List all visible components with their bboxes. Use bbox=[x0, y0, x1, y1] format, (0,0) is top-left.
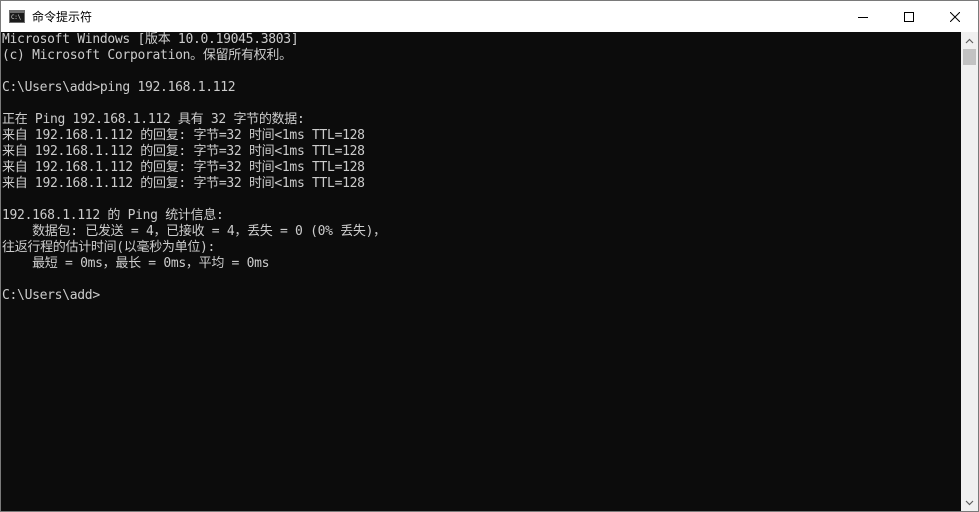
minimize-button[interactable] bbox=[840, 1, 886, 32]
console-line: C:\Users\add> bbox=[2, 288, 100, 303]
console-line: 正在 Ping 192.168.1.112 具有 32 字节的数据: bbox=[2, 112, 305, 127]
scroll-up-button[interactable] bbox=[961, 32, 978, 49]
console-line: C:\Users\add>ping 192.168.1.112 bbox=[2, 80, 236, 95]
scroll-down-button[interactable] bbox=[961, 494, 978, 511]
app-icon-label: C:\ bbox=[11, 13, 21, 21]
caption-buttons bbox=[840, 1, 978, 32]
console-line: 来自 192.168.1.112 的回复: 字节=32 时间<1ms TTL=1… bbox=[2, 128, 365, 143]
vertical-scrollbar[interactable] bbox=[961, 32, 978, 511]
minimize-icon bbox=[858, 16, 868, 18]
maximize-icon bbox=[904, 11, 914, 22]
chevron-up-icon bbox=[965, 38, 974, 43]
cmd-window: C:\ 命令提示符 Microsoft Windows [版本 10.0.190… bbox=[0, 0, 979, 512]
console-line: 往返行程的估计时间(以毫秒为单位): bbox=[2, 240, 216, 255]
console-line: 数据包: 已发送 = 4，已接收 = 4，丢失 = 0 (0% 丢失)， bbox=[2, 224, 386, 239]
close-button[interactable] bbox=[932, 1, 978, 32]
close-icon bbox=[950, 11, 960, 22]
console-text[interactable]: Microsoft Windows [版本 10.0.19045.3803] (… bbox=[1, 32, 962, 304]
cmd-app-icon[interactable]: C:\ bbox=[9, 10, 25, 23]
console-line: Microsoft Windows [版本 10.0.19045.3803] bbox=[2, 32, 299, 47]
console-line: (c) Microsoft Corporation。保留所有权利。 bbox=[2, 48, 292, 63]
chevron-down-icon bbox=[965, 500, 974, 505]
console-line: 来自 192.168.1.112 的回复: 字节=32 时间<1ms TTL=1… bbox=[2, 160, 365, 175]
console-line: 192.168.1.112 的 Ping 统计信息: bbox=[2, 208, 224, 223]
console-output-area[interactable]: Microsoft Windows [版本 10.0.19045.3803] (… bbox=[1, 32, 962, 511]
window-title: 命令提示符 bbox=[32, 10, 93, 24]
console-line: 来自 192.168.1.112 的回复: 字节=32 时间<1ms TTL=1… bbox=[2, 176, 365, 191]
scroll-thumb[interactable] bbox=[963, 49, 976, 65]
title-bar[interactable]: C:\ 命令提示符 bbox=[1, 1, 978, 32]
maximize-button[interactable] bbox=[886, 1, 932, 32]
console-line: 来自 192.168.1.112 的回复: 字节=32 时间<1ms TTL=1… bbox=[2, 144, 365, 159]
console-line: 最短 = 0ms，最长 = 0ms，平均 = 0ms bbox=[2, 256, 270, 271]
